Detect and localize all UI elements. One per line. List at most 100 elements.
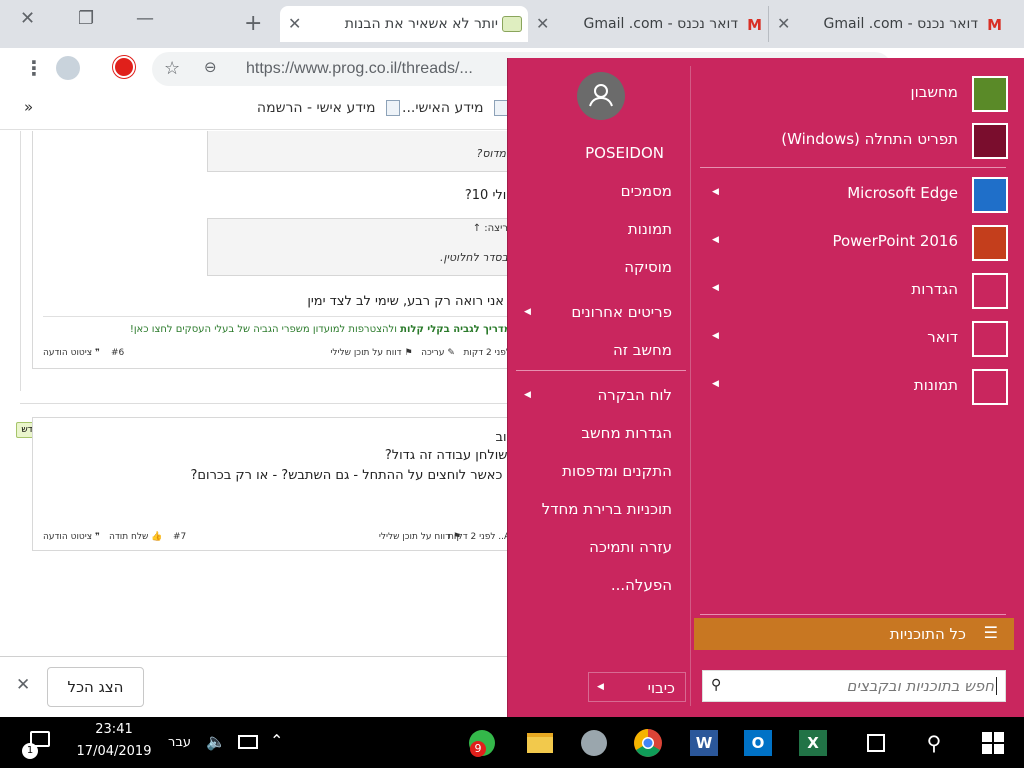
start-place-label: תוכניות ברירת מחדל [541, 500, 672, 518]
app-icon[interactable] [578, 727, 610, 759]
action-center-button[interactable]: 1 [22, 731, 52, 759]
start-place-item[interactable]: הפעלה... [516, 569, 686, 603]
taskbar: 1 23:41 17/04/2019 עבר 🔈 ⌃ 9 W O X ⚲ [0, 717, 1024, 768]
whatsapp-icon[interactable]: 9 [466, 727, 498, 759]
start-place-item[interactable]: מוסיקה [516, 251, 686, 285]
pinned-app[interactable]: תמונות ◀ [700, 363, 1024, 409]
whatsapp-badge: 9 [470, 741, 486, 757]
promo-line: מדריך לגביה בקלי קלות ולהצטרפות למועדון … [129, 324, 511, 335]
notification-count-badge: 1 [22, 743, 38, 759]
adblock-extension-icon[interactable] [113, 56, 135, 78]
pinned-app[interactable]: דואר ◀ [700, 315, 1024, 361]
clock-time[interactable]: 23:41 [74, 722, 154, 737]
excel-icon[interactable]: X [797, 727, 829, 759]
start-place-label: פריטים אחרונים [571, 303, 672, 321]
bookmark-item[interactable]: מידע אישי - הרשמה [257, 100, 400, 116]
window-restore-button[interactable]: ❐ [78, 8, 94, 29]
tab-gmail-2[interactable]: M דואר נכנס - Gmail .com ✕ [528, 6, 768, 42]
outlook-icon[interactable]: O [742, 727, 774, 759]
tab-gmail-1[interactable]: M דואר נכנס - Gmail .com ✕ [768, 6, 1008, 42]
chrome-icon[interactable] [632, 727, 664, 759]
start-place-item[interactable]: תוכניות ברירת מחדל [516, 493, 686, 527]
bookmark-star-icon[interactable]: ☆ [164, 58, 180, 79]
start-place-label: תמונות [627, 220, 672, 238]
start-place-item[interactable]: תמונות [516, 213, 686, 247]
network-icon[interactable] [238, 735, 258, 749]
bookmarks-overflow-button[interactable]: » [24, 98, 33, 116]
start-menu: POSEIDON ☰ כל התוכניות ⚲ חפש בתוכניות וב… [507, 58, 1024, 717]
tab-title: דואר נכנס - Gmail .com [583, 16, 738, 32]
quote-post-link[interactable]: ❞ ציטוט הודעה [43, 348, 100, 358]
photos-icon [972, 369, 1008, 405]
submenu-arrow-icon[interactable]: ◀ [712, 331, 719, 341]
new-tab-button[interactable]: + [244, 11, 262, 36]
user-name-item[interactable]: POSEIDON [508, 137, 678, 171]
start-place-label: מוסיקה [624, 258, 672, 276]
language-indicator[interactable]: עבר [168, 735, 191, 750]
bookmark-label: מידע אישי - הרשמה [256, 100, 376, 116]
bookmark-item[interactable]: מידע האישי... [402, 100, 508, 116]
post-number[interactable]: #6 [111, 348, 124, 358]
submenu-arrow-icon[interactable]: ◀ [712, 187, 719, 197]
window-minimize-button[interactable]: — [136, 8, 154, 29]
edit-link[interactable]: ✎ עריכה [421, 348, 455, 358]
pinned-app[interactable]: הגדרות ◀ [700, 267, 1024, 313]
close-notification-icon[interactable]: ✕ [16, 675, 30, 695]
powerpoint-icon [972, 225, 1008, 261]
chevron-up-icon[interactable]: ⌃ [270, 731, 283, 750]
shutdown-button[interactable]: ◀ כיבוי [588, 672, 686, 702]
start-place-label: הפעלה... [610, 576, 672, 594]
post-text: ? אני רואה רק רבע, שימי לב לצד ימין [307, 294, 515, 309]
report-link[interactable]: ⚑ דווח על תוכן שלילי [330, 348, 412, 358]
tab-strip: ✕ ❐ — + יותר לא אשאיר את הבנות ✕ M דואר … [0, 0, 1024, 48]
task-view-icon[interactable] [860, 727, 892, 759]
show-all-button[interactable]: הצג הכל [47, 667, 144, 707]
tab-close-icon[interactable]: ✕ [288, 14, 301, 33]
start-place-item[interactable]: לוח הבקרה ◀ [516, 379, 686, 413]
start-place-label: התקנים ומדפסות [562, 462, 672, 480]
clock-date[interactable]: 17/04/2019 [74, 744, 154, 759]
submenu-arrow-icon[interactable]: ◀ [524, 390, 531, 400]
submenu-arrow-icon[interactable]: ◀ [524, 307, 531, 317]
start-place-item[interactable]: עזרה ותמיכה [516, 531, 686, 565]
zoom-icon[interactable]: ⊖ [204, 58, 217, 76]
search-icon[interactable]: ⚲ [918, 727, 950, 759]
submenu-arrow-icon[interactable]: ◀ [712, 379, 719, 389]
start-place-item[interactable]: מסמכים [516, 175, 686, 209]
tab-prog-forum[interactable]: יותר לא אשאיר את הבנות ✕ [280, 6, 528, 42]
start-place-label: עזרה ותמיכה [589, 538, 672, 556]
start-place-item[interactable]: התקנים ומדפסות [516, 455, 686, 489]
quote-block: מדוס? [207, 131, 537, 172]
pinned-app[interactable]: מחשבון [700, 70, 1024, 116]
post-number[interactable]: #7 [173, 532, 186, 542]
volume-icon[interactable]: 🔈 [206, 732, 226, 751]
all-programs-button[interactable]: ☰ כל התוכניות [694, 618, 1014, 650]
profile-avatar[interactable] [56, 56, 80, 80]
edge-icon [972, 177, 1008, 213]
word-icon[interactable]: W [688, 727, 720, 759]
all-programs-label: כל התוכניות [889, 625, 966, 643]
shutdown-arrow-icon[interactable]: ◀ [597, 682, 604, 692]
tab-close-icon[interactable]: ✕ [536, 14, 549, 33]
window-close-button[interactable]: ✕ [20, 8, 35, 29]
file-explorer-icon[interactable] [524, 727, 556, 759]
pinned-app[interactable]: PowerPoint 2016 ◀ [700, 219, 1024, 265]
submenu-arrow-icon[interactable]: ◀ [712, 235, 719, 245]
quote-post-link[interactable]: ❞ ציטוט הודעה [43, 532, 100, 542]
pinned-app[interactable]: Microsoft Edge ◀ [700, 171, 1024, 217]
start-place-item[interactable]: הגדרות מחשב [516, 417, 686, 451]
kebab-menu-icon[interactable]: ⋮ [24, 56, 44, 80]
report-link[interactable]: ⚑ דווח על תוכן שלילי [379, 532, 461, 542]
pinned-app[interactable]: תפריט התחלה (Windows) [700, 117, 1024, 163]
calculator-icon [972, 76, 1008, 112]
tab-close-icon[interactable]: ✕ [777, 14, 790, 33]
start-search-box[interactable]: ⚲ חפש בתוכניות ובקבצים [702, 670, 1006, 702]
start-button[interactable] [977, 727, 1009, 759]
start-place-item[interactable]: פריטים אחרונים ◀ [516, 296, 686, 330]
user-avatar[interactable] [577, 72, 625, 120]
pinned-app-label: PowerPoint 2016 [832, 232, 958, 250]
start-place-item[interactable]: מחשב זה [516, 334, 686, 368]
pinned-app-label: תמונות [913, 376, 958, 394]
thanks-link[interactable]: 👍 שלח תודה [109, 532, 162, 542]
submenu-arrow-icon[interactable]: ◀ [712, 283, 719, 293]
